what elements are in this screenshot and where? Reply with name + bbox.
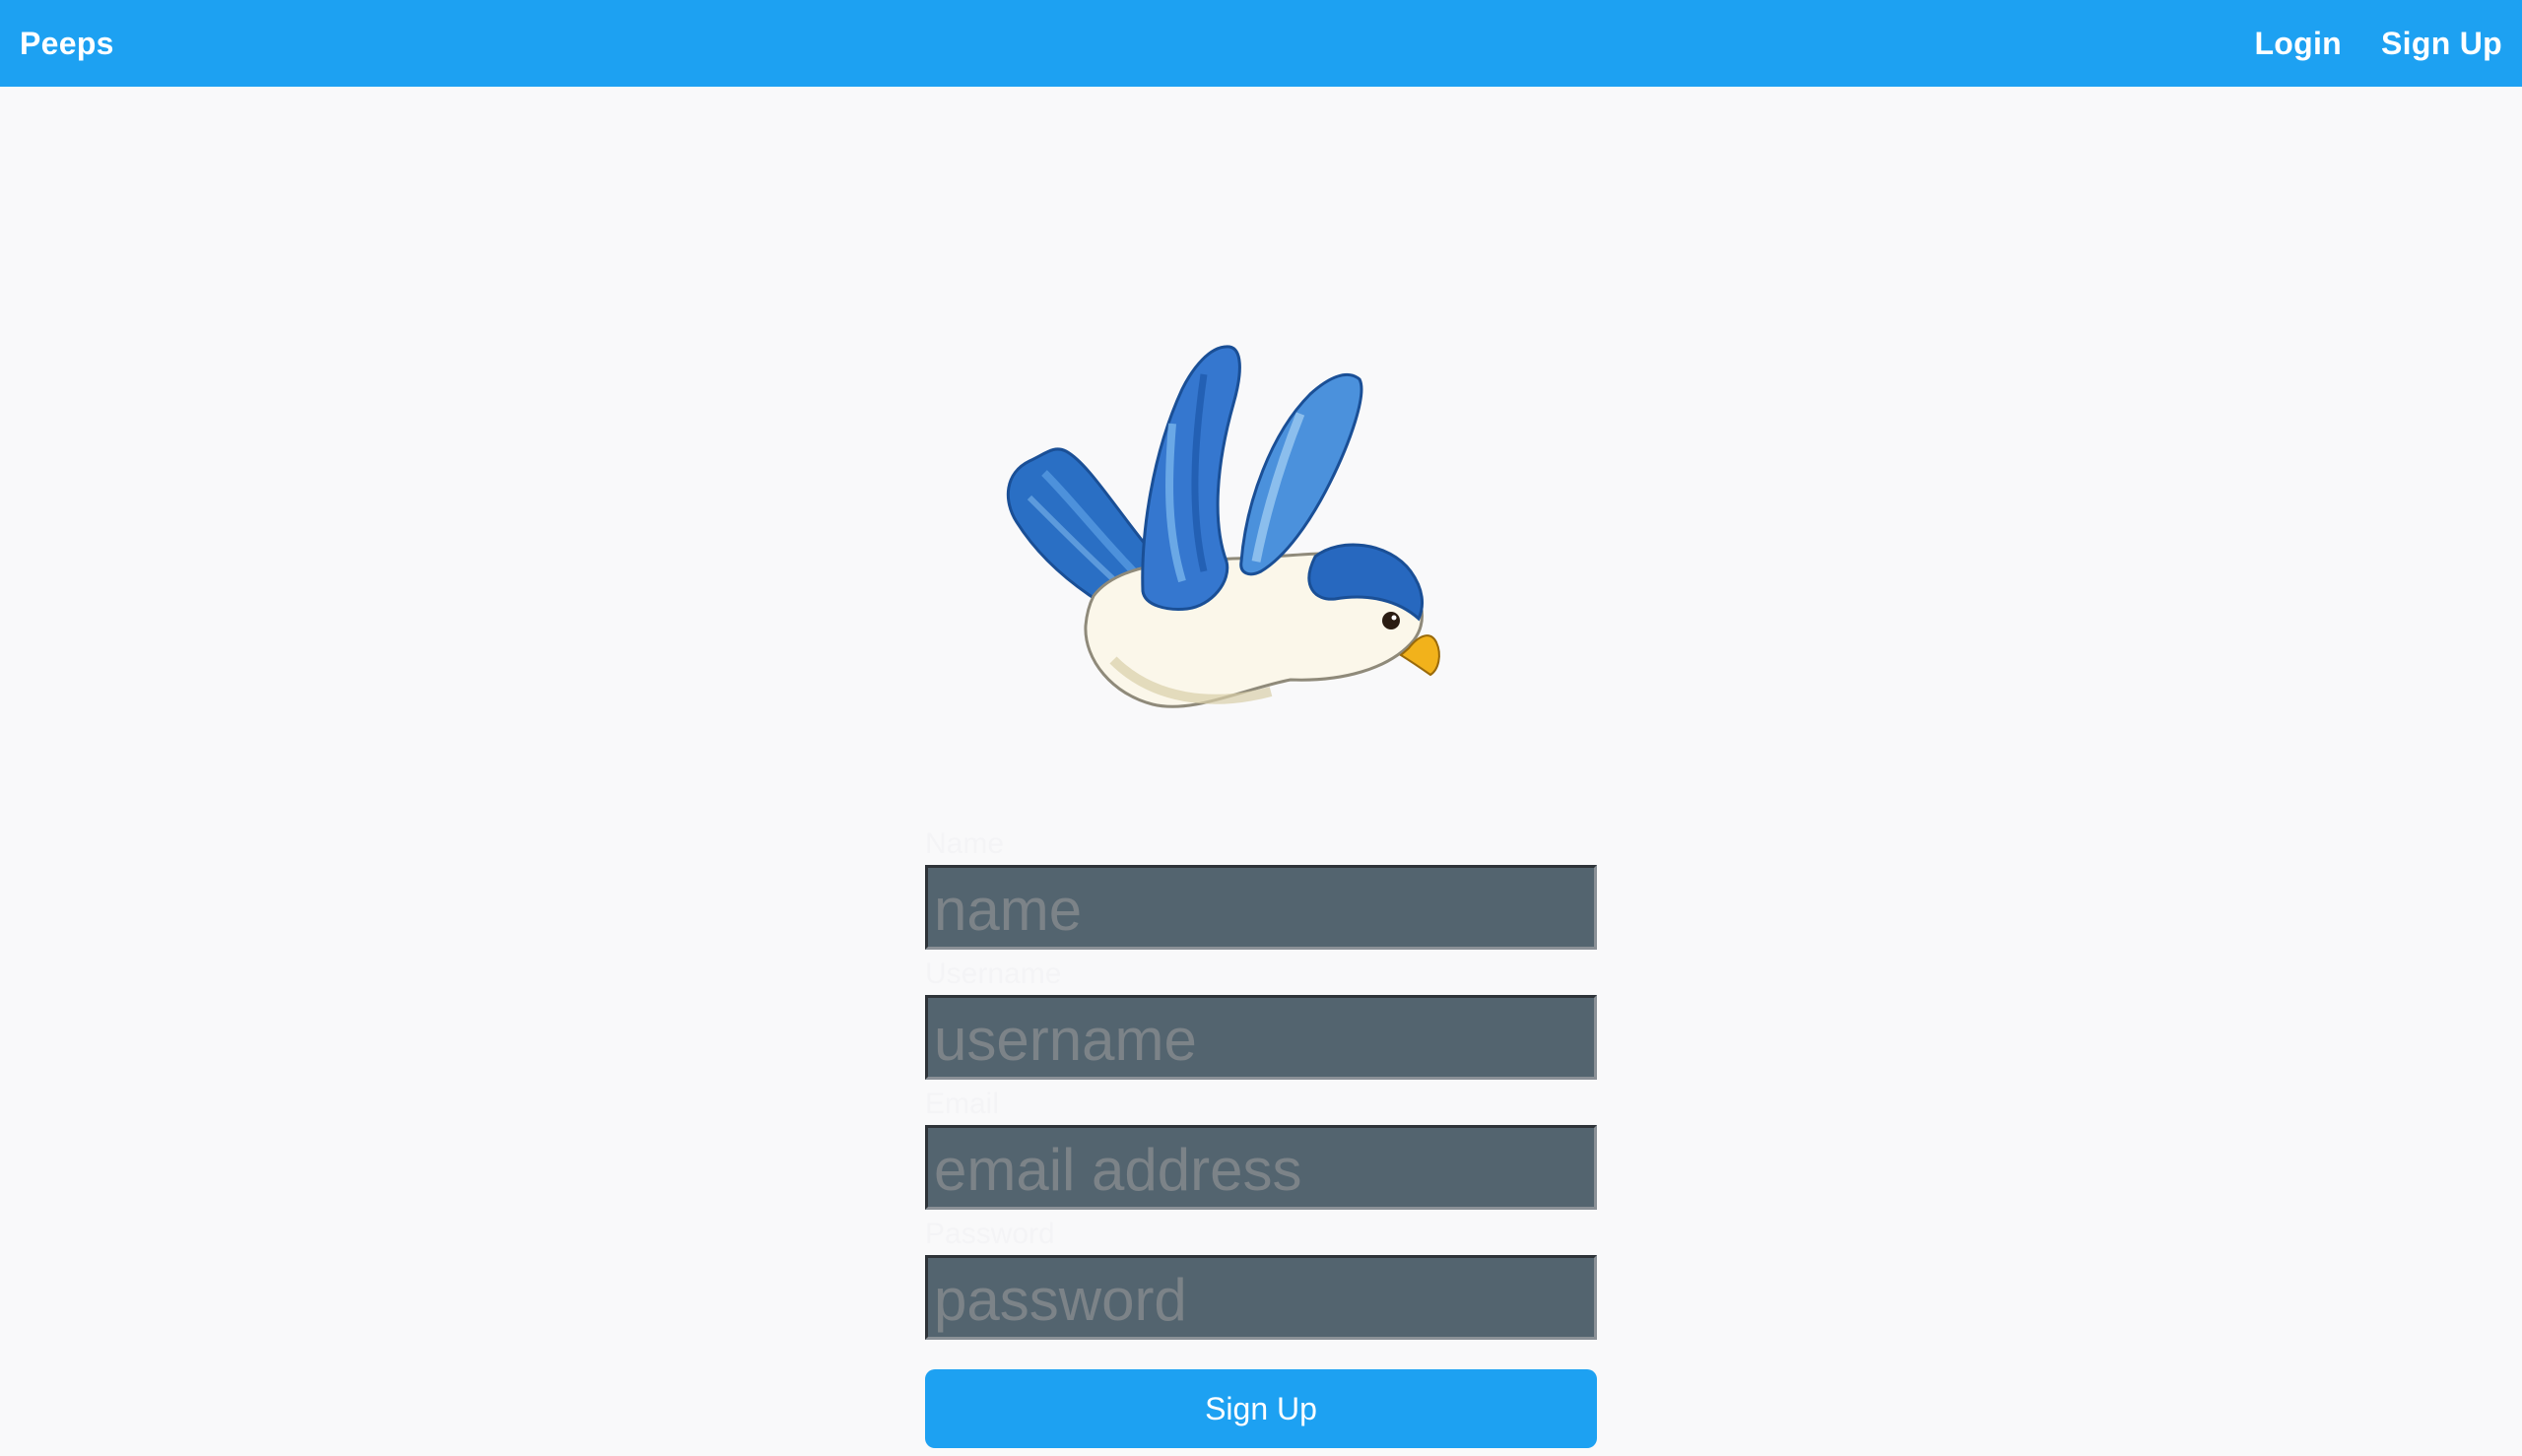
password-field[interactable] xyxy=(925,1255,1597,1340)
nav-links: Login Sign Up xyxy=(2215,26,2502,62)
username-label: Username xyxy=(925,958,1062,990)
email-field[interactable] xyxy=(925,1125,1597,1210)
front-wing-upper xyxy=(1141,345,1241,611)
bluebird-icon xyxy=(975,335,1458,729)
password-label: Password xyxy=(925,1218,1055,1250)
name-label: Name xyxy=(925,827,1005,860)
name-field[interactable] xyxy=(925,865,1597,950)
brand-link[interactable]: Peeps xyxy=(20,26,114,62)
login-link[interactable]: Login xyxy=(2254,26,2342,62)
signup-form: Name Username Email Password Sign Up xyxy=(925,824,1597,1448)
top-navbar: Peeps Login Sign Up xyxy=(0,0,2522,87)
bird-eye xyxy=(1382,612,1400,629)
signup-button[interactable]: Sign Up xyxy=(925,1369,1597,1448)
signup-link[interactable]: Sign Up xyxy=(2381,26,2502,62)
username-field[interactable] xyxy=(925,995,1597,1080)
email-label: Email xyxy=(925,1088,1000,1120)
